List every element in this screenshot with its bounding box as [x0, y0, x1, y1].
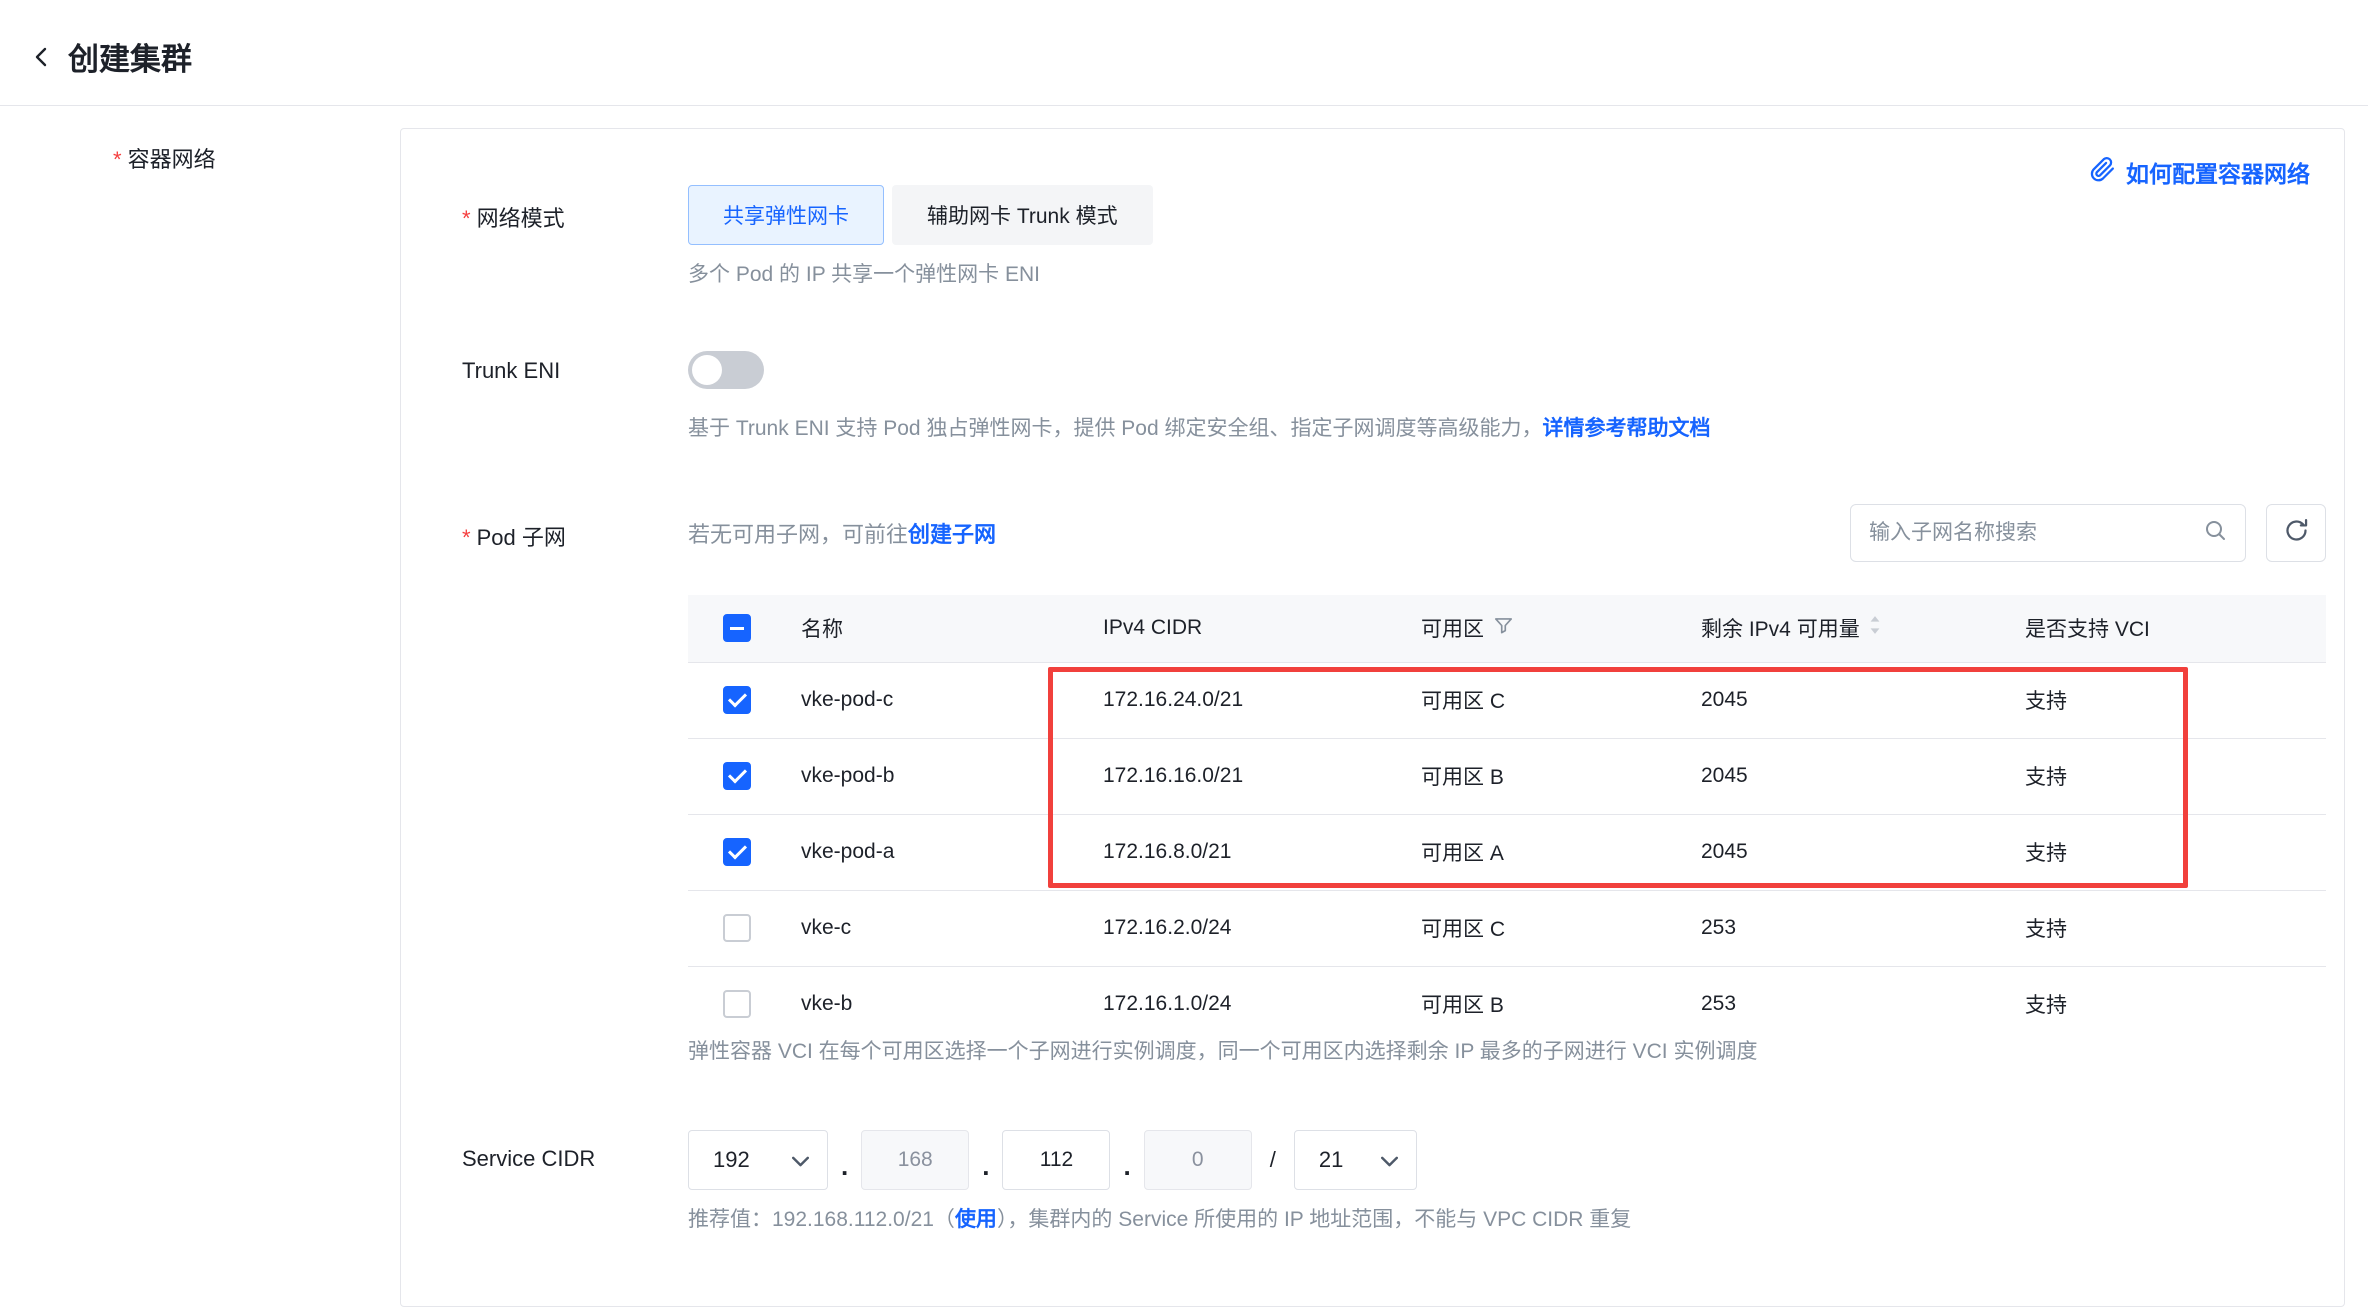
row-checkbox[interactable]	[723, 838, 751, 866]
column-header-zone: 可用区	[1406, 613, 1686, 643]
subnet-zone: 可用区 C	[1406, 685, 1686, 715]
pod-subnet-row: *Pod 子网 若无可用子网，可前往创建子网	[401, 504, 2344, 1066]
subnet-search-box	[1850, 504, 2246, 562]
use-recommended-link[interactable]: 使用	[955, 1208, 997, 1231]
subnet-name: vke-pod-c	[786, 688, 1088, 712]
refresh-button[interactable]	[2266, 504, 2326, 562]
subnet-table-body: vke-pod-c 172.16.24.0/21 可用区 C 2045 支持 v…	[688, 663, 2326, 1020]
page-header: 创建集群	[0, 0, 2368, 79]
octet4-input	[1144, 1130, 1252, 1190]
subnet-name: vke-c	[786, 916, 1088, 940]
table-row[interactable]: vke-b 172.16.1.0/24 可用区 B 253 支持	[688, 967, 2326, 1020]
octet3-input[interactable]	[1002, 1130, 1110, 1190]
required-asterisk: *	[113, 147, 122, 172]
subnet-cidr: 172.16.8.0/21	[1088, 840, 1406, 864]
pod-subnet-inline-hint: 若无可用子网，可前往创建子网	[688, 517, 996, 549]
network-mode-label: *网络模式	[401, 185, 688, 289]
trunk-eni-toggle[interactable]	[688, 351, 764, 389]
octet2-input	[861, 1130, 969, 1190]
section-label-container: *容器网络	[0, 128, 400, 174]
subnet-available: 2045	[1686, 840, 2010, 864]
network-mode-hint: 多个 Pod 的 IP 共享一个弹性网卡 ENI	[688, 261, 2326, 289]
required-asterisk: *	[462, 525, 471, 550]
network-mode-row: *网络模式 共享弹性网卡 辅助网卡 Trunk 模式 多个 Pod 的 IP 共…	[401, 185, 2344, 289]
subnet-available: 2045	[1686, 688, 2010, 712]
subnet-table: 名称 IPv4 CIDR 可用区 剩余 IPv4 可用量	[688, 595, 2326, 1020]
subnet-zone: 可用区 C	[1406, 913, 1686, 943]
subnet-available: 253	[1686, 916, 2010, 940]
create-subnet-link[interactable]: 创建子网	[908, 522, 996, 547]
subnet-zone: 可用区 B	[1406, 761, 1686, 791]
section-label: 容器网络	[128, 147, 216, 172]
header-divider	[0, 105, 2368, 106]
pod-subnet-label: *Pod 子网	[401, 504, 688, 1066]
octet1-value: 192	[713, 1147, 750, 1173]
subnet-vci: 支持	[2010, 837, 2326, 867]
subnet-zone: 可用区 B	[1406, 989, 1686, 1019]
table-row[interactable]: vke-pod-b 172.16.16.0/21 可用区 B 2045 支持	[688, 739, 2326, 815]
table-row[interactable]: vke-pod-c 172.16.24.0/21 可用区 C 2045 支持	[688, 663, 2326, 739]
subnet-cidr: 172.16.24.0/21	[1088, 688, 1406, 712]
row-checkbox[interactable]	[723, 762, 751, 790]
mask-value: 21	[1319, 1147, 1343, 1173]
trunk-eni-label: Trunk ENI	[401, 351, 688, 443]
subnet-name: vke-b	[786, 992, 1088, 1016]
filter-icon[interactable]	[1494, 616, 1513, 641]
octet1-select[interactable]: 192	[688, 1130, 828, 1190]
chevron-down-icon	[1381, 1147, 1398, 1173]
column-header-vci: 是否支持 VCI	[2010, 613, 2326, 643]
subnet-available: 2045	[1686, 764, 2010, 788]
slash-separator: /	[1270, 1147, 1276, 1173]
service-cidr-label: Service CIDR	[401, 1130, 688, 1234]
subnet-available: 253	[1686, 992, 2010, 1016]
table-row[interactable]: vke-pod-a 172.16.8.0/21 可用区 A 2045 支持	[688, 815, 2326, 891]
search-icon	[2203, 518, 2227, 547]
dot-separator: .	[841, 1151, 848, 1190]
subnet-cidr: 172.16.2.0/24	[1088, 916, 1406, 940]
trunk-eni-row: Trunk ENI 基于 Trunk ENI 支持 Pod 独占弹性网卡，提供 …	[401, 351, 2344, 443]
chevron-down-icon	[792, 1147, 809, 1173]
help-link-label: 如何配置容器网络	[2126, 155, 2310, 189]
subnet-vci: 支持	[2010, 761, 2326, 791]
dot-separator: .	[982, 1151, 989, 1190]
row-checkbox[interactable]	[723, 990, 751, 1018]
subnet-vci: 支持	[2010, 989, 2326, 1019]
mode-shared-eni-button[interactable]: 共享弹性网卡	[688, 185, 884, 245]
table-row[interactable]: vke-c 172.16.2.0/24 可用区 C 253 支持	[688, 891, 2326, 967]
column-header-available: 剩余 IPv4 可用量	[1686, 613, 2010, 643]
mask-select[interactable]: 21	[1294, 1130, 1417, 1190]
subnet-name: vke-pod-a	[786, 840, 1088, 864]
subnet-vci: 支持	[2010, 913, 2326, 943]
toggle-knob	[692, 355, 722, 385]
column-header-cidr: IPv4 CIDR	[1088, 616, 1406, 640]
trunk-eni-hint: 基于 Trunk ENI 支持 Pod 独占弹性网卡，提供 Pod 绑定安全组、…	[688, 415, 2326, 443]
page-title: 创建集群	[68, 34, 192, 79]
subnet-vci: 支持	[2010, 685, 2326, 715]
row-checkbox[interactable]	[723, 914, 751, 942]
container-network-card: 如何配置容器网络 *网络模式 共享弹性网卡 辅助网卡 Trunk 模式 多个 P…	[400, 128, 2345, 1307]
refresh-icon	[2283, 517, 2310, 549]
subnet-search-input[interactable]	[1869, 521, 2203, 545]
mode-trunk-button[interactable]: 辅助网卡 Trunk 模式	[892, 185, 1153, 245]
subnet-cidr: 172.16.1.0/24	[1088, 992, 1406, 1016]
back-icon[interactable]	[30, 45, 54, 69]
subnet-name: vke-pod-b	[786, 764, 1088, 788]
required-asterisk: *	[462, 206, 471, 231]
dot-separator: .	[1123, 1151, 1130, 1190]
paperclip-icon	[2089, 156, 2116, 189]
trunk-eni-doc-link[interactable]: 详情参考帮助文档	[1542, 417, 1710, 440]
service-cidr-hint: 推荐值：192.168.112.0/21（使用），集群内的 Service 所使…	[688, 1206, 2326, 1234]
row-checkbox[interactable]	[723, 686, 751, 714]
vci-scheduling-hint: 弹性容器 VCI 在每个可用区选择一个子网进行实例调度，同一个可用区内选择剩余 …	[688, 1038, 2326, 1066]
select-all-checkbox[interactable]	[723, 614, 751, 642]
configure-network-help-link[interactable]: 如何配置容器网络	[2089, 155, 2310, 189]
sort-icon[interactable]	[1868, 615, 1882, 641]
subnet-table-header: 名称 IPv4 CIDR 可用区 剩余 IPv4 可用量	[688, 595, 2326, 663]
subnet-zone: 可用区 A	[1406, 837, 1686, 867]
column-header-name: 名称	[786, 613, 1088, 643]
subnet-cidr: 172.16.16.0/21	[1088, 764, 1406, 788]
service-cidr-row: Service CIDR 192 . . . /	[401, 1130, 2344, 1234]
